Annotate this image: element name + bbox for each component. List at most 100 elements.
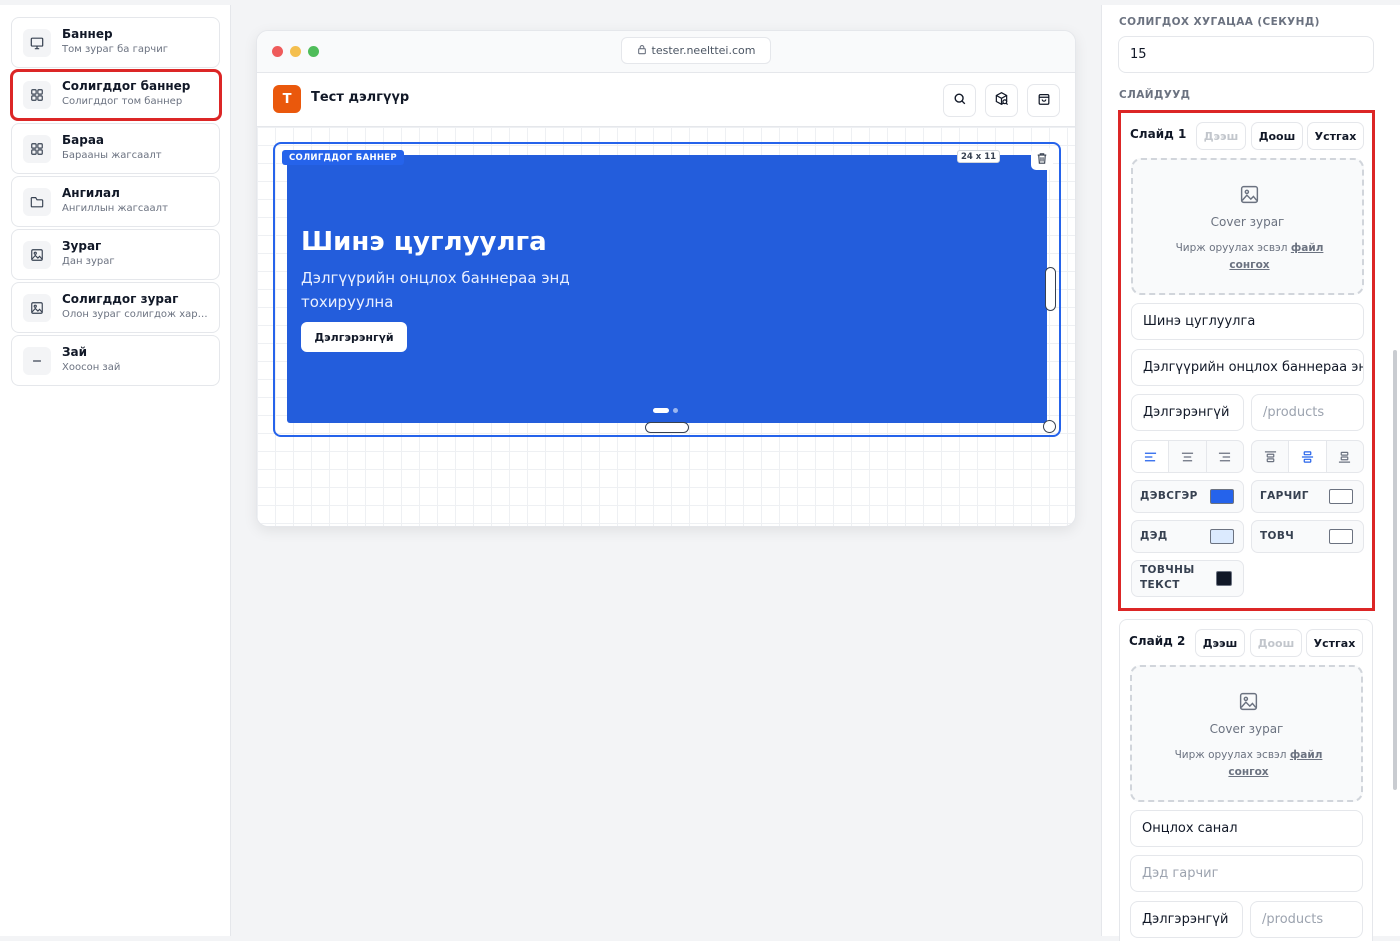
- cart-button[interactable]: [1027, 84, 1060, 117]
- button-text-color-swatch[interactable]: [1216, 571, 1232, 586]
- subtitle-color-swatch[interactable]: [1210, 529, 1234, 544]
- subtitle-color-picker[interactable]: ДЭД: [1131, 520, 1244, 553]
- slide-subtitle-input[interactable]: Дэд гарчиг: [1130, 855, 1363, 892]
- button-text-color-label: ТОВЧНЫ ТЕКСТ: [1140, 564, 1195, 591]
- block-subtitle: Барааны жагсаалт: [62, 150, 162, 161]
- image-icon: [1238, 691, 1259, 716]
- block-title: Солигддог зураг: [62, 292, 179, 306]
- browser-preview: tester.neelttei.com T Тест дэлгүүр СОЛИГ…: [256, 30, 1076, 527]
- bg-color-label: ДЭВСГЭР: [1140, 490, 1198, 502]
- image-icon: [1239, 184, 1260, 209]
- resize-handle-corner[interactable]: [1043, 420, 1056, 433]
- slide-card-title: Слайд 1: [1130, 127, 1187, 141]
- shop-header: T Тест дэлгүүр: [257, 73, 1075, 127]
- carousel-banner-block[interactable]: СОЛИГДДОГ БАННЕР 24 x 11 Шинэ цуглуулга …: [273, 142, 1061, 437]
- image-icon: [23, 241, 51, 269]
- resize-handle-bottom[interactable]: [645, 422, 689, 433]
- trash-icon: [1036, 150, 1048, 169]
- track-order-button[interactable]: [985, 84, 1018, 117]
- button-color-label: ТОВЧ: [1260, 530, 1295, 542]
- block-size-badge: 24 x 11: [957, 150, 1000, 163]
- button-color-picker[interactable]: ТОВЧ: [1251, 520, 1364, 553]
- block-categories[interactable]: Ангилал Ангиллын жагсаалт: [11, 176, 220, 227]
- block-title: Зай: [62, 345, 88, 359]
- slide-button-input[interactable]: Дэлгэрэнгүй: [1130, 901, 1243, 938]
- upload-hint: Чирж оруулах эсвэл файл сонгох: [1163, 240, 1336, 274]
- align-left-button[interactable]: [1132, 441, 1170, 472]
- search-button[interactable]: [943, 84, 976, 117]
- vertical-align-group: [1251, 440, 1364, 473]
- move-down-button[interactable]: Доош: [1251, 122, 1303, 150]
- preview-canvas: tester.neelttei.com T Тест дэлгүүр СОЛИГ…: [231, 5, 1101, 936]
- interval-input[interactable]: 15: [1118, 36, 1374, 73]
- block-carousel-image[interactable]: Солигддог зураг Олон зураг солигдож хара…: [11, 282, 220, 333]
- cover-image-dropzone[interactable]: Cover зураг Чирж оруулах эсвэл файл сонг…: [1130, 665, 1363, 802]
- title-color-picker[interactable]: ГАРЧИГ: [1251, 480, 1364, 513]
- shop-logo: T: [273, 85, 301, 113]
- move-up-button[interactable]: Дээш: [1195, 629, 1245, 657]
- lock-icon: [637, 44, 647, 58]
- interval-label: СОЛИГДОХ ХУГАЦАА (СЕКУНД): [1119, 16, 1320, 28]
- text-align-group: [1131, 440, 1244, 473]
- block-title: Бараа: [62, 133, 105, 147]
- upload-hint-text: Чирж оруулах эсвэл: [1175, 242, 1288, 254]
- slide-subtitle-input[interactable]: Дэлгүүрийн онцлох баннераа энд тохируулн…: [1131, 349, 1364, 386]
- block-library: Баннер Том зураг ба гарчиг Солигддог бан…: [0, 5, 231, 936]
- cover-image-dropzone[interactable]: Cover зураг Чирж оруулах эсвэл файл сонг…: [1131, 158, 1364, 295]
- shopping-bag-icon: [1037, 91, 1051, 110]
- align-bottom-button[interactable]: [1327, 441, 1363, 472]
- slide-link-input[interactable]: /products: [1250, 901, 1363, 938]
- align-center-button[interactable]: [1169, 441, 1207, 472]
- button-color-swatch[interactable]: [1329, 529, 1353, 544]
- align-middle-button[interactable]: [1289, 441, 1327, 472]
- block-banner[interactable]: Баннер Том зураг ба гарчиг: [11, 17, 220, 68]
- slide-title-input[interactable]: Онцлох санал: [1130, 810, 1363, 847]
- url-bar: tester.neelttei.com: [621, 37, 771, 64]
- bg-color-picker[interactable]: ДЭВСГЭР: [1131, 480, 1244, 513]
- block-title: Баннер: [62, 27, 113, 41]
- block-image[interactable]: Зураг Дан зураг: [11, 229, 220, 280]
- slide-dot[interactable]: [673, 408, 678, 413]
- page-builder-app: Баннер Том зураг ба гарчиг Солигддог бан…: [0, 0, 1400, 941]
- block-subtitle: Ангиллын жагсаалт: [62, 203, 168, 214]
- layout-grid: СОЛИГДДОГ БАННЕР 24 x 11 Шинэ цуглуулга …: [257, 127, 1075, 526]
- cover-title: Cover зураг: [1209, 722, 1284, 736]
- block-title: Ангилал: [62, 186, 120, 200]
- resize-handle-right[interactable]: [1045, 267, 1056, 311]
- browser-chrome: tester.neelttei.com: [257, 31, 1075, 73]
- block-subtitle: Хоосон зай: [62, 362, 121, 373]
- move-up-button[interactable]: Дээш: [1196, 122, 1246, 150]
- block-subtitle: Дан зураг: [62, 256, 115, 267]
- slide-button-input[interactable]: Дэлгэрэнгүй: [1131, 394, 1244, 431]
- remove-slide-button[interactable]: Устгах: [1306, 629, 1363, 657]
- delete-block-button[interactable]: [1031, 148, 1053, 170]
- panel-scrollbar[interactable]: [1393, 350, 1397, 790]
- package-search-icon: [994, 91, 1009, 110]
- block-spacer[interactable]: Зай Хоосон зай: [11, 335, 220, 386]
- slide-cta-button[interactable]: Дэлгэрэнгүй: [301, 322, 407, 352]
- block-subtitle: Олон зураг солигдож харагдана: [62, 309, 212, 320]
- slide-title-input[interactable]: Шинэ цуглуулга: [1131, 303, 1364, 340]
- slides-label: СЛАЙДУУД: [1119, 89, 1191, 101]
- move-down-button[interactable]: Доош: [1250, 629, 1302, 657]
- button-text-color-picker[interactable]: ТОВЧНЫ ТЕКСТ: [1131, 560, 1244, 597]
- minus-icon: [23, 347, 51, 375]
- align-right-button[interactable]: [1207, 441, 1243, 472]
- slide-card-2: Слайд 2 Дээш Доош Устгах Cover зураг Чир…: [1119, 619, 1373, 941]
- remove-slide-button[interactable]: Устгах: [1307, 122, 1364, 150]
- slide-card-1: Слайд 1 Дээш Доош Устгах Cover зураг Чир…: [1118, 110, 1375, 611]
- block-type-tag: СОЛИГДДОГ БАННЕР: [282, 150, 404, 165]
- title-color-swatch[interactable]: [1329, 489, 1353, 504]
- bg-color-swatch[interactable]: [1210, 489, 1234, 504]
- monitor-icon: [23, 29, 51, 57]
- block-subtitle: Том зураг ба гарчиг: [62, 44, 168, 55]
- grid-icon: [23, 81, 51, 109]
- block-products[interactable]: Бараа Барааны жагсаалт: [11, 123, 220, 174]
- slide-title: Шинэ цуглуулга: [301, 227, 547, 257]
- upload-hint-text: Чирж оруулах эсвэл: [1174, 749, 1287, 761]
- slide-indicator[interactable]: [653, 408, 678, 413]
- slide-dot-active[interactable]: [653, 408, 669, 413]
- slide-link-input[interactable]: /products: [1251, 394, 1364, 431]
- block-carousel-banner[interactable]: Солигддог баннер Солигддог том баннер: [10, 69, 222, 121]
- align-top-button[interactable]: [1252, 441, 1290, 472]
